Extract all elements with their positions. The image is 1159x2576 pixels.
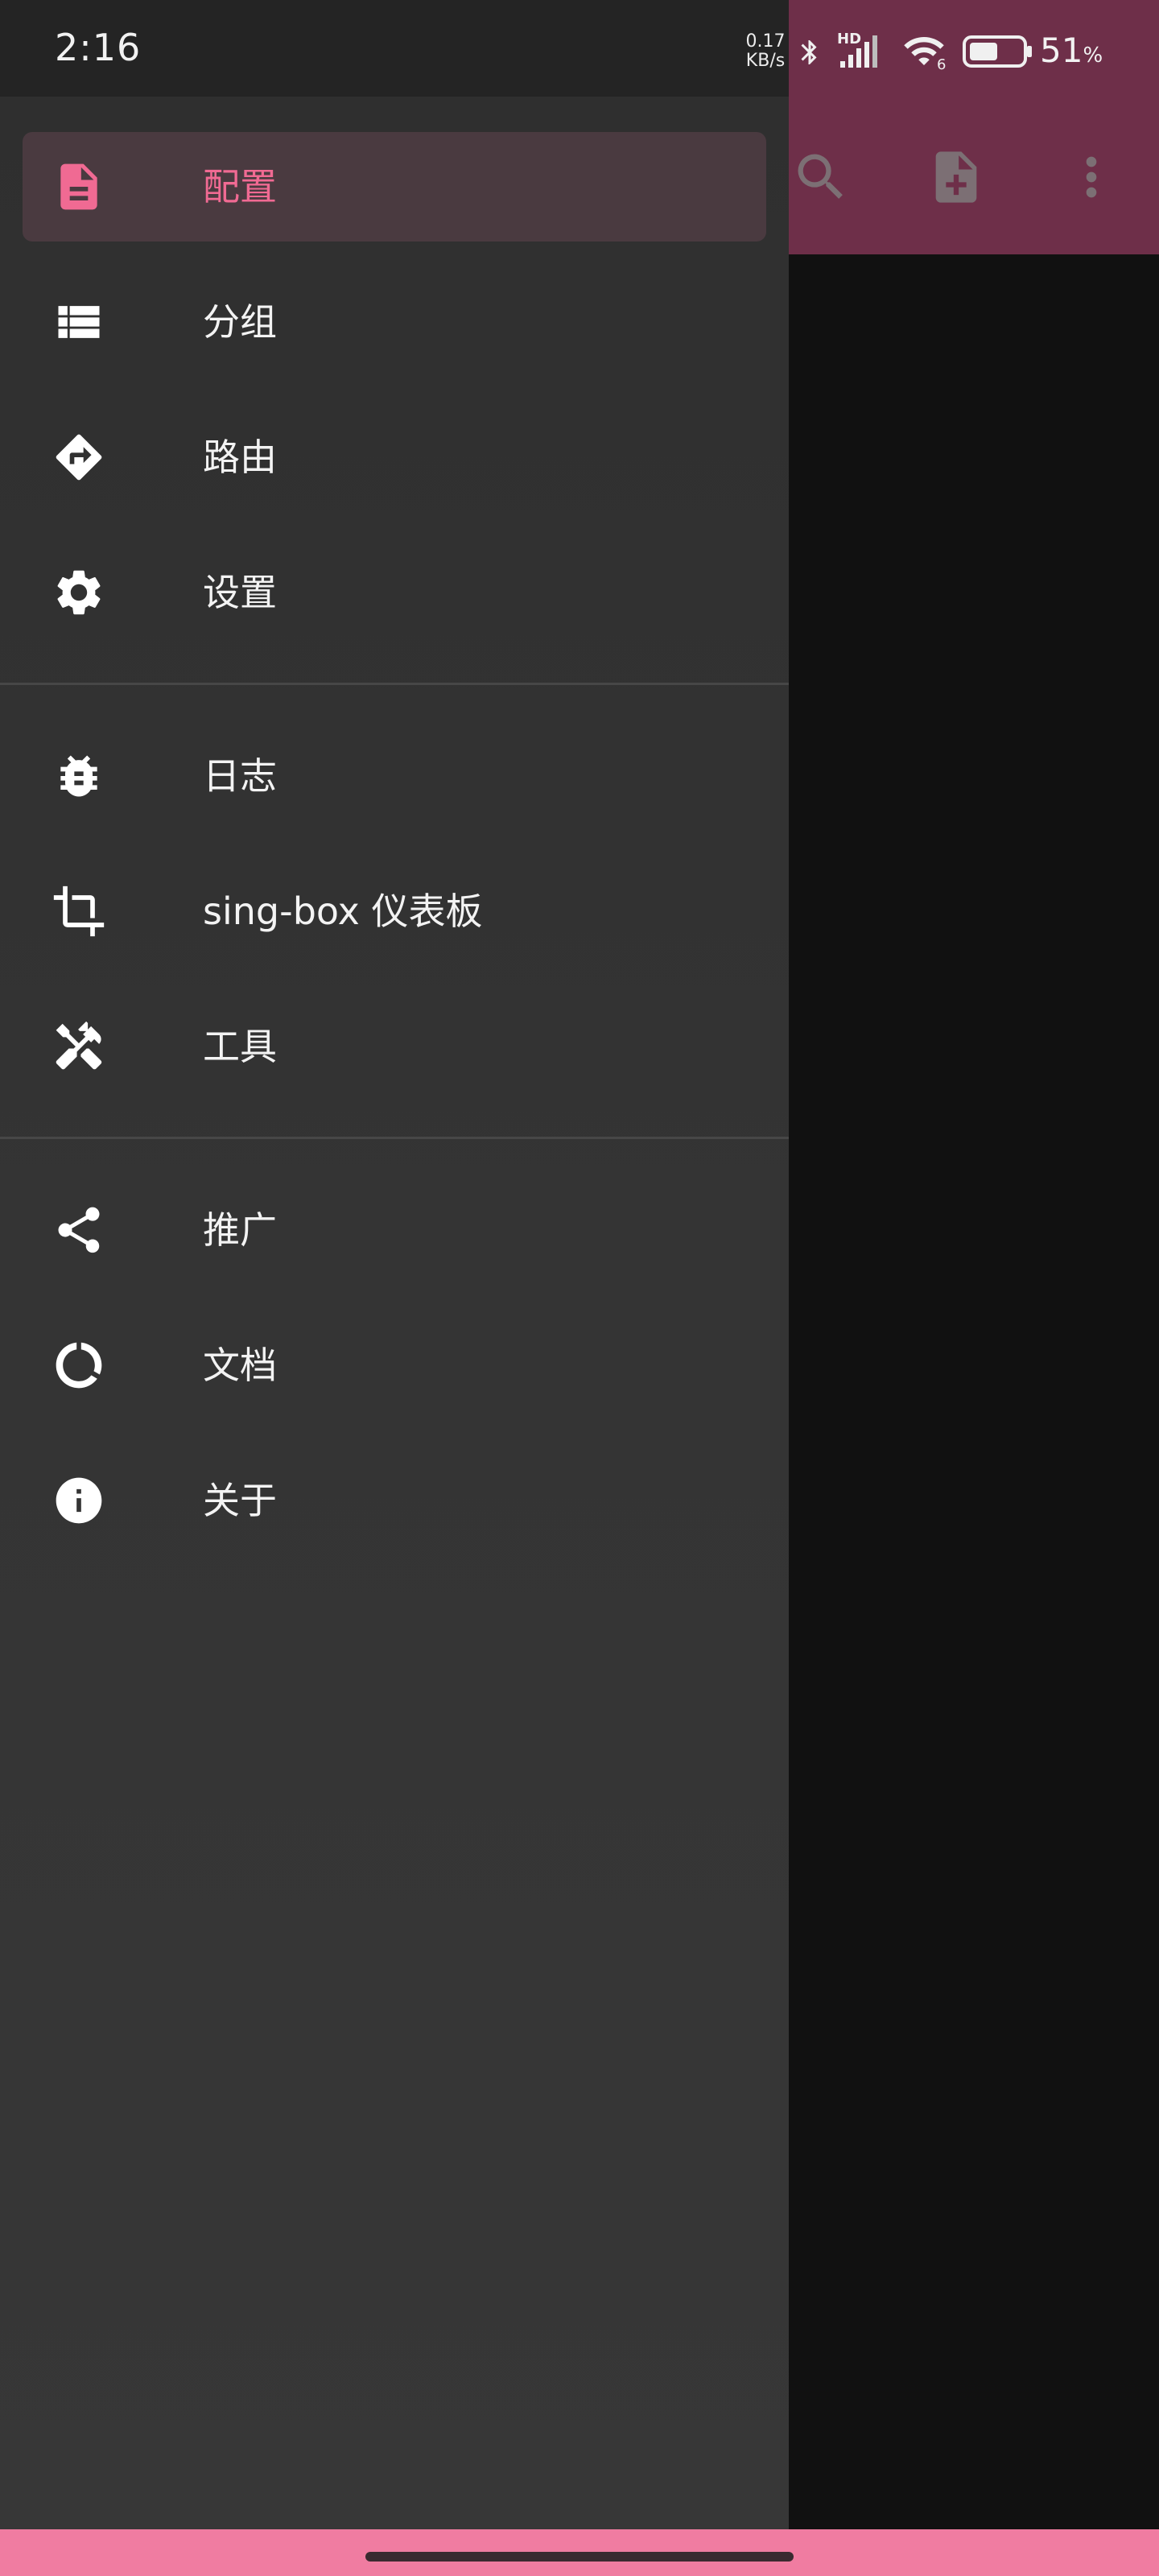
network-speed-unit: KB/s (745, 51, 786, 71)
nav-item-about[interactable]: 关于 (23, 1446, 766, 1555)
status-bar: 2:16 0.17 KB/s HD 6 51% (0, 0, 1159, 98)
drawer-divider (0, 1137, 789, 1139)
bluetooth-icon (795, 32, 824, 72)
nav-item-label: 关于 (203, 1479, 277, 1522)
directions-icon (52, 430, 106, 485)
nav-item-dashboard[interactable]: sing-box 仪表板 (23, 857, 766, 966)
network-speed-value: 0.17 (745, 31, 786, 52)
cell-signal-icon: HD (835, 31, 890, 71)
nav-item-settings[interactable]: 设置 (23, 538, 766, 647)
list-icon (52, 295, 106, 349)
description-icon (52, 159, 106, 214)
wifi-band-label: 6 (937, 56, 947, 73)
nav-item-docs[interactable]: 文档 (23, 1311, 766, 1420)
search-icon[interactable] (782, 138, 860, 216)
gesture-navigation-bar (0, 2529, 1159, 2576)
nav-item-groups[interactable]: 分组 (23, 267, 766, 377)
more-vert-icon[interactable] (1053, 138, 1130, 216)
signal-hd-label: HD (837, 31, 862, 47)
status-time: 2:16 (55, 26, 142, 69)
battery-percentage-sign: % (1083, 43, 1103, 68)
home-gesture-handle[interactable] (365, 2552, 794, 2562)
tools-icon (52, 1019, 106, 1074)
drawer-divider (0, 683, 789, 685)
nav-item-label: 推广 (203, 1208, 277, 1252)
nav-item-label: 配置 (203, 165, 277, 208)
nav-item-label: 分组 (203, 300, 277, 344)
nav-item-profiles[interactable]: 配置 (23, 132, 766, 242)
settings-gear-icon (52, 565, 106, 620)
crop-icon (52, 884, 106, 939)
nav-item-route[interactable]: 路由 (23, 402, 766, 512)
share-icon (52, 1203, 106, 1257)
nav-item-share[interactable]: 推广 (23, 1175, 766, 1285)
info-icon (52, 1473, 106, 1528)
network-speed: 0.17 KB/s (739, 32, 792, 71)
battery-percentage-value: 51 (1040, 31, 1083, 70)
add-file-icon[interactable] (918, 138, 995, 216)
nav-item-label: sing-box 仪表板 (203, 890, 483, 933)
nav-item-label: 工具 (203, 1025, 277, 1068)
nav-item-label: 文档 (203, 1344, 277, 1387)
bug-icon (52, 749, 106, 803)
nav-item-label: 路由 (203, 436, 277, 479)
navigation-drawer: 配置 分组 路由 设置 日志 sing-box 仪表板 工具 推广 文档 关于 (0, 0, 789, 2529)
wifi-icon: 6 (898, 29, 950, 73)
nav-item-tools[interactable]: 工具 (23, 992, 766, 1101)
nav-item-logs[interactable]: 日志 (23, 721, 766, 831)
docs-ring-icon (52, 1338, 106, 1393)
battery-percentage: 51% (1040, 31, 1103, 70)
nav-item-label: 设置 (203, 571, 277, 614)
nav-item-label: 日志 (203, 754, 277, 798)
battery-icon (963, 35, 1033, 68)
